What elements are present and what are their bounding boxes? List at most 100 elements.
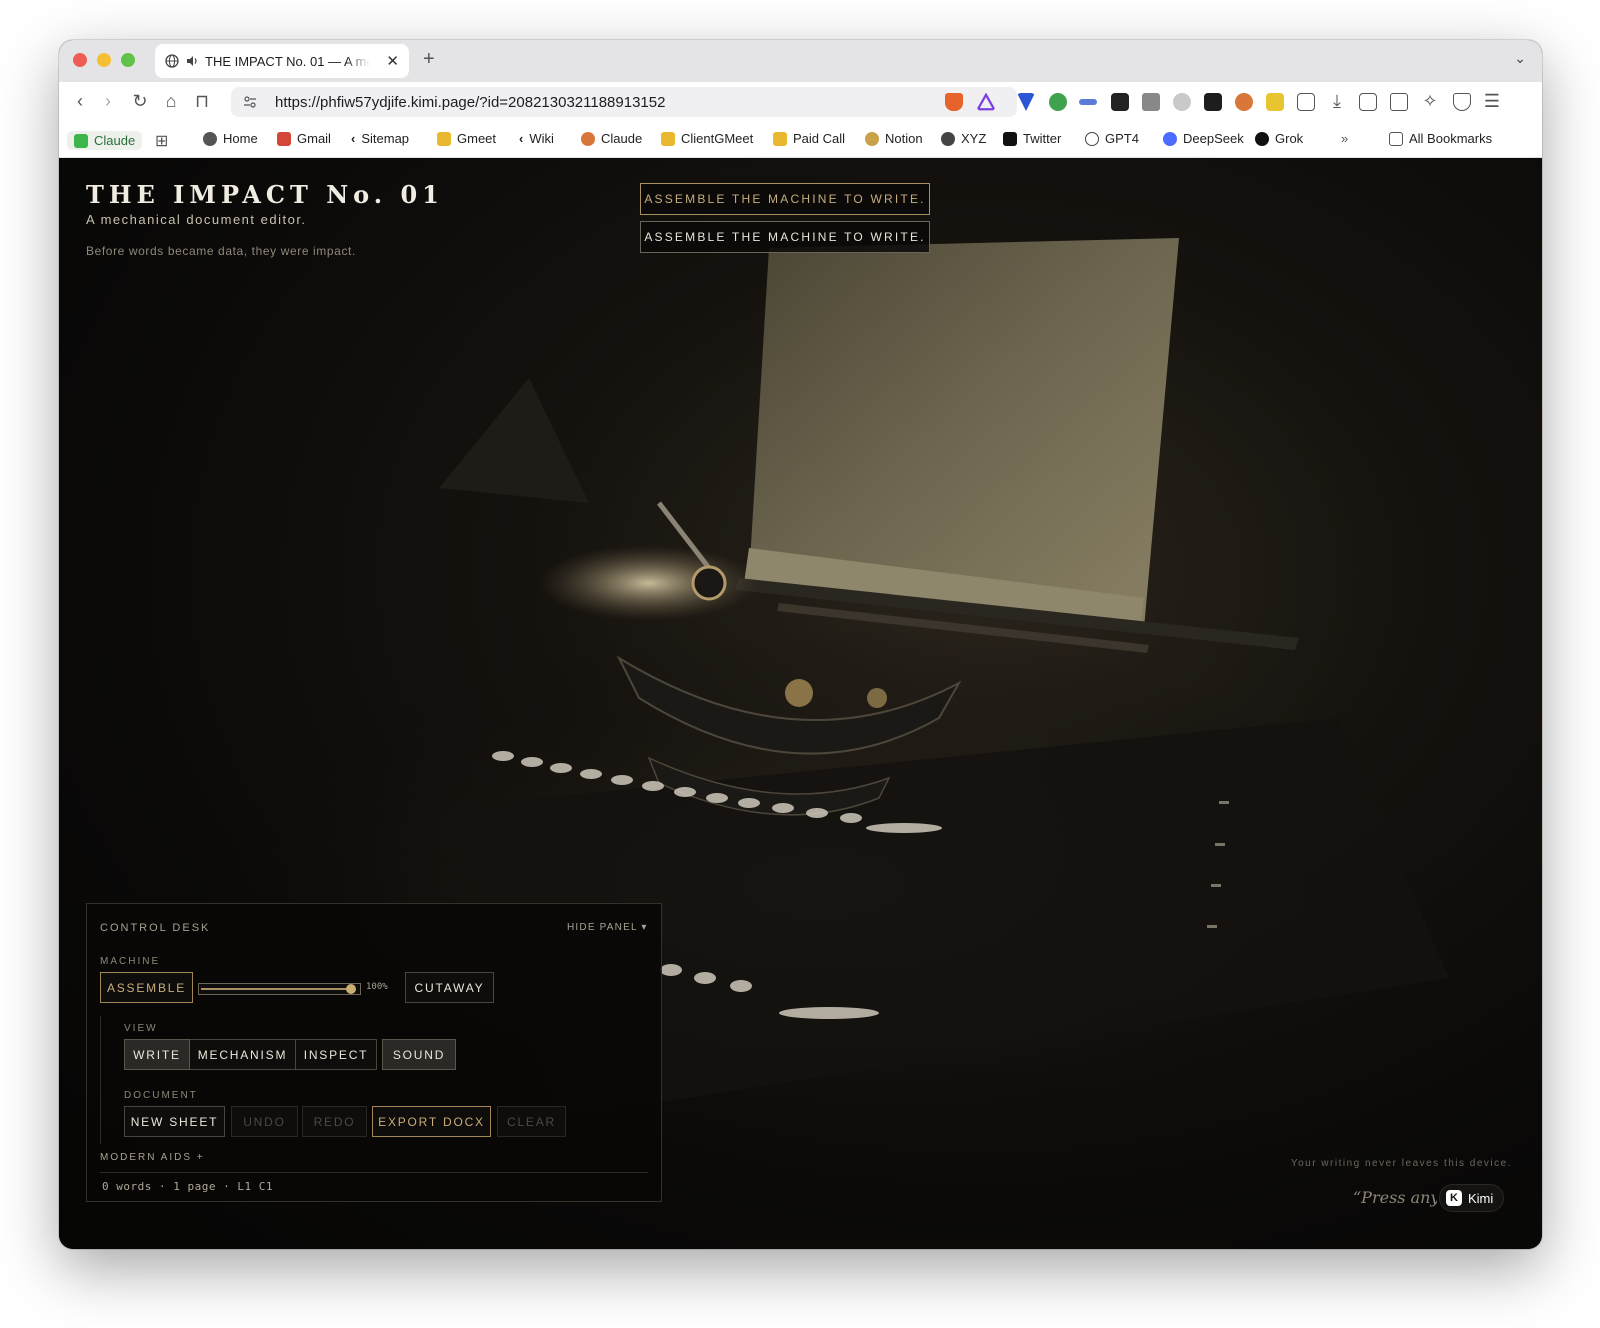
assemble-prompt-banner-secondary[interactable]: ASSEMBLE THE MACHINE TO WRITE. [640,221,930,253]
folder-icon [1389,131,1403,146]
address-bar[interactable]: https://phfiw57ydjife.kimi.page/?id=2082… [231,87,1017,117]
claude-icon [581,131,595,146]
hide-panel-button[interactable]: HIDE PANEL ▾ [567,922,648,933]
view-label: VIEW [124,1023,158,1034]
assembly-slider-thumb[interactable] [346,984,356,994]
apps-grid-icon[interactable]: ⊞ [155,131,168,151]
download-icon[interactable]: ⤓ [1326,91,1348,112]
kimi-label: Kimi [1468,1190,1494,1206]
control-desk-title: CONTROL DESK [100,922,211,934]
all-bookmarks[interactable]: All Bookmarks [1389,131,1492,146]
page-tagline: Before words became data, they were impa… [86,244,356,258]
bookmark-sitemap[interactable]: ‹ Sitemap [351,131,409,146]
bookmark-twitter[interactable]: Twitter [1003,131,1061,146]
bookmark-notion[interactable]: Notion [865,131,923,146]
bookmark-gmeet[interactable]: Gmeet [437,131,496,146]
bookmark-paid-call[interactable]: Paid Call [773,131,845,146]
speaker-icon[interactable] [185,54,199,68]
tab-active[interactable]: THE IMPACT No. 01 — A mechanical documen… [155,44,409,78]
extension-pen-icon[interactable] [1266,93,1284,111]
tab-close-icon[interactable]: ✕ [386,52,399,70]
assembly-value: 100% [366,982,388,992]
brave-rewards-icon[interactable] [977,93,995,111]
extension-dots-icon[interactable] [1079,99,1097,105]
page-title: THE IMPACT No. 01 [86,180,444,209]
grok-icon [1255,131,1269,146]
undo-button[interactable]: UNDO [231,1106,298,1137]
bookmark-grok[interactable]: Grok [1255,131,1303,146]
page-subtitle: A mechanical document editor. [86,212,307,227]
globe-icon [203,131,217,146]
menu-icon[interactable]: ☰ [1481,91,1503,112]
cutaway-button[interactable]: CUTAWAY [405,972,494,1003]
assemble-button[interactable]: ASSEMBLE [100,972,193,1003]
minimize-window-button[interactable] [97,53,111,67]
x-icon [1003,131,1017,146]
extension-v-icon[interactable] [1017,93,1035,111]
assembly-slider-fill [201,988,348,990]
notion-ext-icon[interactable] [1111,93,1129,111]
redo-button[interactable]: REDO [302,1106,367,1137]
status-divider [100,1172,648,1173]
close-window-button[interactable] [73,53,87,67]
clear-button[interactable]: CLEAR [497,1106,566,1137]
folder-icon [661,131,675,146]
evernote-icon[interactable] [1049,93,1067,111]
new-tab-icon[interactable]: + [423,48,435,71]
bookmark-home[interactable]: Home [203,131,258,146]
view-sound-button[interactable]: SOUND [382,1039,456,1070]
sidebar-toggle-icon[interactable] [1359,93,1377,111]
control-desk-panel: CONTROL DESK HIDE PANEL ▾ MACHINE ASSEMB… [86,903,662,1202]
kimi-badge[interactable]: K Kimi [1439,1184,1505,1212]
chevron-down-icon[interactable]: ⌄ [1514,50,1526,67]
extensions-puzzle-icon[interactable] [1297,93,1315,111]
back-icon[interactable]: ‹ [69,91,91,112]
export-docx-button[interactable]: EXPORT DOCX [372,1106,491,1137]
bookmark-clientgmeet[interactable]: ClientGMeet [661,131,753,146]
bookmark-wiki[interactable]: ‹ Wiki [519,131,554,146]
more-bookmarks-icon[interactable]: » [1341,131,1348,146]
new-sheet-button[interactable]: NEW SHEET [124,1106,225,1137]
tab-strip: THE IMPACT No. 01 — A mechanical documen… [59,40,1542,82]
home-icon[interactable]: ⌂ [160,91,182,112]
globe-icon [165,54,179,68]
bookmark-gpt4[interactable]: GPT4 [1085,131,1139,146]
globe-icon [941,131,955,146]
bookmark-claude-chip[interactable]: Claude [67,131,143,150]
assembly-slider[interactable] [198,983,361,995]
section-divider [100,1016,101,1144]
folder-icon [437,131,451,146]
view-write-button[interactable]: WRITE [124,1039,190,1070]
extension-box-icon[interactable] [1204,93,1222,111]
press-any-key-hint: “Press any [1353,1188,1437,1207]
reload-icon[interactable]: ↻ [129,91,151,112]
assemble-prompt-banner[interactable]: ASSEMBLE THE MACHINE TO WRITE. [640,183,930,215]
claude-ext-icon[interactable] [1235,93,1253,111]
modern-aids-toggle[interactable]: MODERN AIDS + [100,1152,205,1163]
kimi-logo-icon: K [1446,1190,1462,1206]
bookmark-gmail[interactable]: Gmail [277,131,331,146]
view-inspect-button[interactable]: INSPECT [296,1039,377,1070]
deepseek-icon [1163,131,1177,146]
extension-k-icon[interactable] [1173,93,1191,111]
chevron-icon: ‹ [519,131,524,146]
bookmarks-bar: Claude ⊞ Home Gmail ‹ Sitemap Gmeet ‹ Wiki… [59,122,1542,158]
vpn-shield-icon[interactable] [1453,93,1471,111]
brave-shield-icon[interactable] [945,93,963,111]
bookmark-xyz[interactable]: XYZ [941,131,986,146]
bookmark-claude[interactable]: Claude [581,131,642,146]
site-settings-icon[interactable] [243,95,257,109]
bookmark-deepseek[interactable]: DeepSeek [1163,131,1244,146]
forward-icon[interactable]: › [97,91,119,112]
url-text[interactable]: https://phfiw57ydjife.kimi.page/?id=2082… [275,94,665,111]
leo-ai-icon[interactable]: ✧ [1419,91,1441,112]
browser-window: THE IMPACT No. 01 — A mechanical documen… [59,40,1542,1249]
wallet-icon[interactable] [1390,93,1408,111]
folder-icon [773,131,787,146]
camera-icon[interactable] [1142,93,1160,111]
maximize-window-button[interactable] [121,53,135,67]
view-mechanism-button[interactable]: MECHANISM [190,1039,296,1070]
bookmark-icon[interactable]: ⊓ [191,91,213,112]
tab-title: THE IMPACT No. 01 — A mechanical documen… [205,53,370,69]
document-status: 0 words · 1 page · L1 C1 [102,1180,273,1193]
